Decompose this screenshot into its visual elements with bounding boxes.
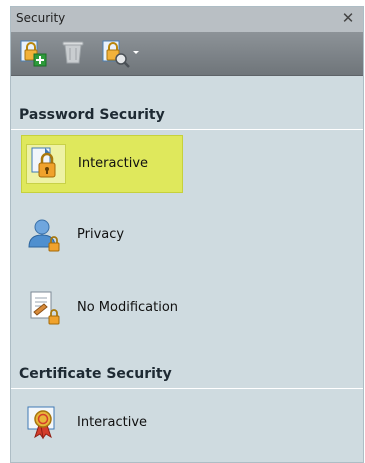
user-lock-icon: [28, 219, 60, 252]
list-item-no-modification[interactable]: No Modification: [21, 280, 183, 338]
list-item-label: No Modification: [77, 300, 179, 315]
lock-add-icon: [20, 40, 47, 67]
close-icon[interactable]: ✕: [340, 9, 356, 27]
section-header-password-security: Password Security: [11, 103, 363, 130]
certificate-ribbon-icon: [27, 406, 55, 440]
list-item-certificate-interactive[interactable]: Interactive: [21, 395, 183, 453]
section-title: Certificate Security: [19, 366, 172, 382]
panel-title: Security: [16, 11, 66, 25]
lock-document-icon: [31, 147, 56, 178]
document-edit-lock-icon: [30, 291, 60, 325]
icon-container: [26, 144, 66, 184]
list-item-label: Interactive: [77, 415, 148, 430]
trash-icon: [62, 41, 84, 64]
security-panel: Security ✕ Password Security Interactive…: [10, 6, 364, 463]
icon-container: [25, 215, 65, 255]
delete-security-button[interactable]: [57, 37, 91, 69]
chevron-down-icon[interactable]: [133, 51, 139, 54]
security-settings-button[interactable]: [99, 37, 141, 69]
list-item-label: Interactive: [78, 156, 149, 171]
list-item-label: Privacy: [77, 227, 125, 242]
section-header-certificate-security: Certificate Security: [11, 362, 363, 389]
icon-container: [25, 288, 65, 328]
section-title: Password Security: [19, 107, 165, 123]
icon-container: [25, 403, 65, 443]
security-toolbar: [11, 32, 363, 76]
lock-settings-icon: [102, 40, 130, 68]
panel-titlebar: Security ✕: [11, 7, 363, 33]
add-security-button[interactable]: [17, 37, 51, 69]
list-item-privacy[interactable]: Privacy: [21, 207, 183, 265]
list-item-password-interactive[interactable]: Interactive: [21, 135, 183, 193]
